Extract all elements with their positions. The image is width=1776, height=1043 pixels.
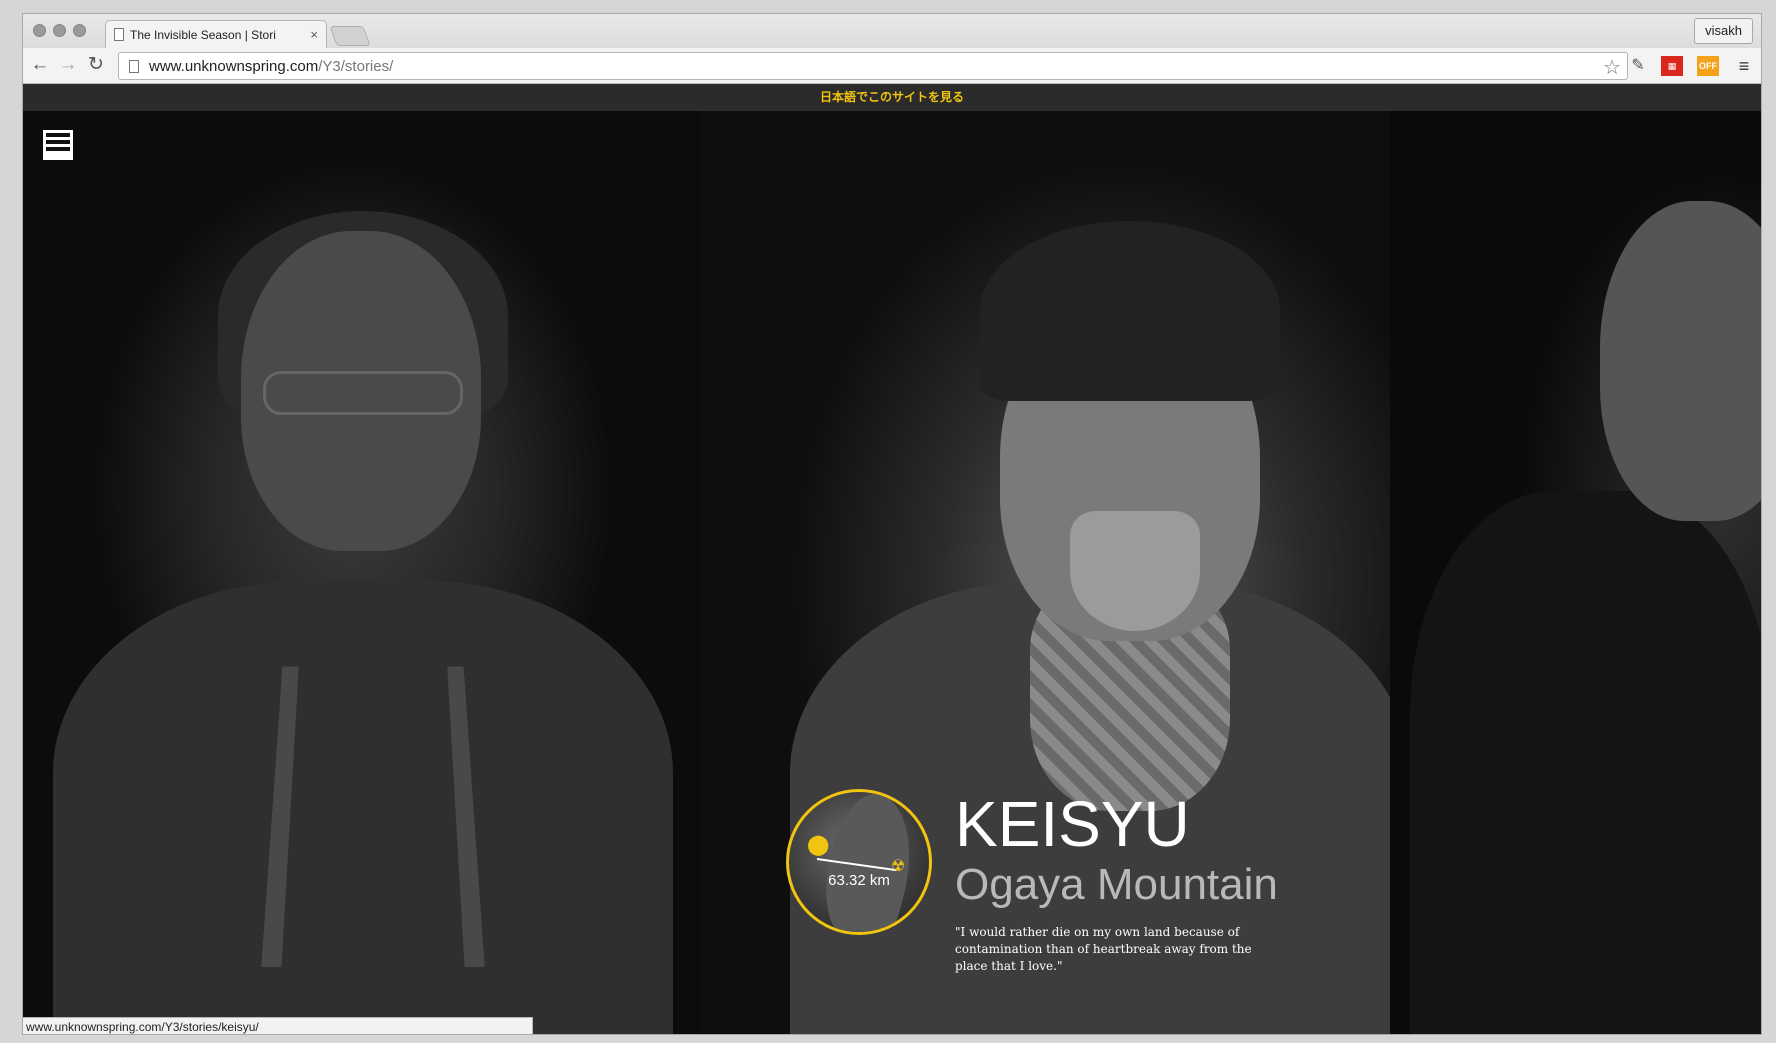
story-panel-left[interactable] <box>23 111 700 1034</box>
reload-icon[interactable]: ↻ <box>85 54 107 76</box>
page-content: 日本語でこのサイトを見る ⬤ ☢ 63.32 km KEISYU Ogaya M… <box>23 84 1761 1034</box>
url-path: /Y3/stories/ <box>318 57 394 75</box>
location-pin-icon: ⬤ <box>807 834 830 856</box>
story-name[interactable]: KEISYU <box>955 789 1190 859</box>
portrait-glasses <box>263 371 463 415</box>
portrait-robe <box>1410 491 1761 1034</box>
address-bar[interactable]: www.unknownspring.com/Y3/stories/ ☆ <box>118 52 1628 80</box>
portrait-beard <box>1070 511 1200 631</box>
map-coastline <box>812 792 926 932</box>
minimize-window-button[interactable] <box>53 24 66 37</box>
page-icon <box>129 59 139 73</box>
close-window-button[interactable] <box>33 24 46 37</box>
evernote-extension-icon[interactable]: ✎ <box>1627 56 1649 76</box>
portrait-embroidery <box>261 666 485 967</box>
tab-active[interactable]: The Invisible Season | Stori × <box>105 20 327 48</box>
browser-menu-icon[interactable]: ≡ <box>1733 56 1755 76</box>
portrait-face <box>1600 201 1761 521</box>
tab-close-icon[interactable]: × <box>310 27 318 42</box>
browser-toolbar: ← → ↻ www.unknownspring.com/Y3/stories/ … <box>23 48 1761 84</box>
story-panel-right[interactable] <box>1390 111 1761 1034</box>
page-icon <box>114 28 124 41</box>
bookmark-star-icon[interactable]: ☆ <box>1603 55 1621 80</box>
url-host: www.unknownspring.com <box>149 57 319 75</box>
hamburger-menu-icon[interactable] <box>43 130 73 160</box>
browser-window: The Invisible Season | Stori × visakh ← … <box>22 13 1762 1035</box>
distance-value: 63.32 km <box>828 872 890 889</box>
tab-title: The Invisible Season | Stori <box>130 27 276 42</box>
back-arrow-icon[interactable]: ← <box>29 54 51 76</box>
story-quote: "I would rather die on my own land becau… <box>955 925 1252 973</box>
new-tab-button[interactable] <box>329 26 371 46</box>
status-bar-url: www.unknownspring.com/Y3/stories/keisyu/ <box>23 1017 533 1034</box>
tab-bar: The Invisible Season | Stori × visakh <box>23 14 1761 48</box>
profile-button[interactable]: visakh <box>1694 18 1753 44</box>
red-extension-icon[interactable]: ▦ <box>1661 56 1683 76</box>
adblock-off-extension-icon[interactable]: OFF <box>1697 56 1719 76</box>
portrait-hat <box>980 221 1280 401</box>
language-switch-link[interactable]: 日本語でこのサイトを見る <box>23 84 1761 111</box>
zoom-window-button[interactable] <box>73 24 86 37</box>
distance-map-badge[interactable]: ⬤ ☢ 63.32 km <box>786 789 932 935</box>
forward-arrow-icon[interactable]: → <box>57 54 79 76</box>
story-place: Ogaya Mountain <box>955 860 1278 909</box>
